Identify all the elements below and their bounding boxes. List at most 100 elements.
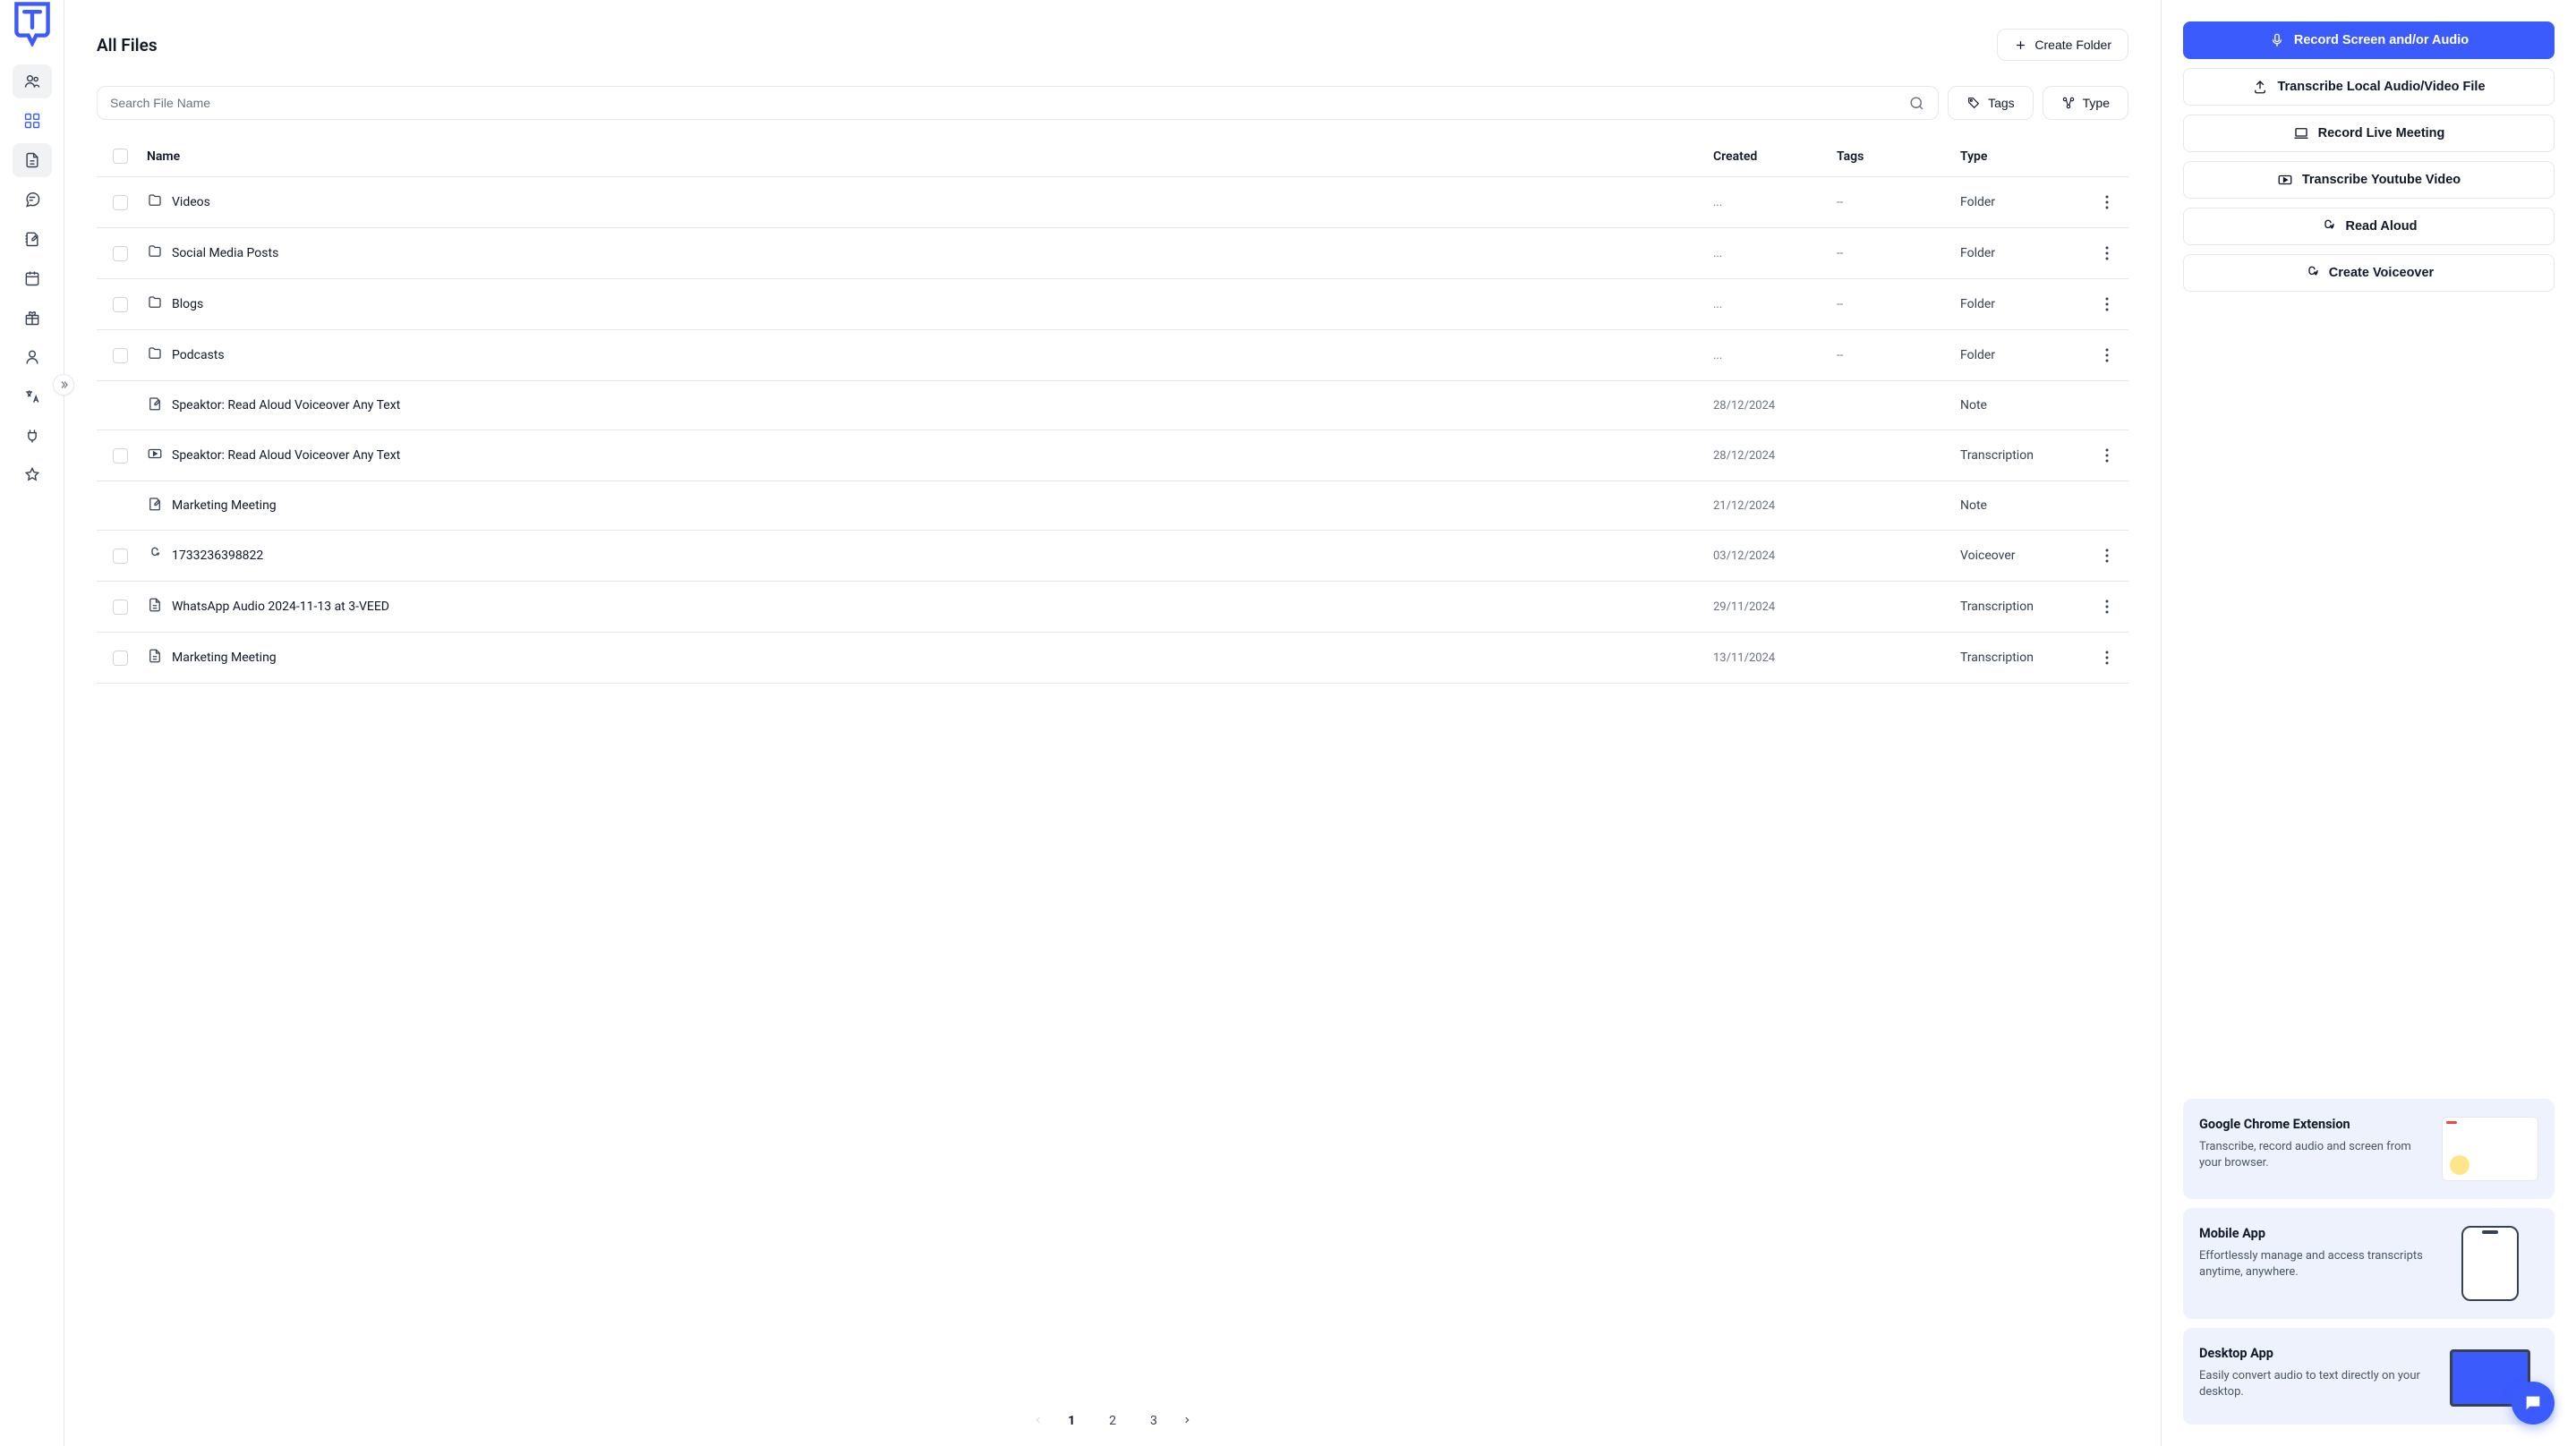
tags-filter-button[interactable]: Tags xyxy=(1948,86,2034,120)
promo-description: Easily convert audio to text directly on… xyxy=(2199,1368,2429,1400)
row-checkbox[interactable] xyxy=(113,297,128,312)
header-created: Created xyxy=(1713,149,1837,164)
row-checkbox[interactable] xyxy=(113,348,128,363)
more-actions-button[interactable] xyxy=(2096,293,2118,315)
promo-card[interactable]: Desktop App Easily convert audio to text… xyxy=(2183,1328,2555,1425)
row-checkbox[interactable] xyxy=(113,549,128,564)
more-actions-button[interactable] xyxy=(2096,344,2118,366)
folder-icon xyxy=(147,345,163,365)
doc-icon xyxy=(147,648,163,668)
promo-card[interactable]: Mobile App Effortlessly manage and acces… xyxy=(2183,1208,2555,1319)
promo-title: Mobile App xyxy=(2199,1226,2429,1241)
record-screen-button[interactable]: Record Screen and/or Audio xyxy=(2183,21,2555,59)
file-tags: -- xyxy=(1837,298,1960,311)
folder-icon xyxy=(147,243,163,263)
row-checkbox[interactable] xyxy=(113,448,128,464)
upload-icon xyxy=(2252,79,2268,95)
file-name: Speaktor: Read Aloud Voiceover Any Text xyxy=(172,398,400,413)
page-next[interactable] xyxy=(1182,1414,1191,1428)
more-actions-button[interactable] xyxy=(2096,596,2118,617)
file-tags: -- xyxy=(1837,247,1960,260)
row-checkbox[interactable] xyxy=(113,600,128,615)
page-prev[interactable] xyxy=(1034,1414,1043,1428)
transcribe-local-button[interactable]: Transcribe Local Audio/Video File xyxy=(2183,68,2555,106)
page-number[interactable]: 1 xyxy=(1068,1414,1075,1428)
row-checkbox[interactable] xyxy=(113,651,128,666)
table-row[interactable]: Podcasts ... -- Folder xyxy=(97,330,2128,381)
promo-description: Effortlessly manage and access transcrip… xyxy=(2199,1248,2429,1280)
more-actions-button[interactable] xyxy=(2096,445,2118,466)
more-actions-button[interactable] xyxy=(2096,242,2118,264)
file-created: 03/12/2024 xyxy=(1713,549,1837,563)
header-name: Name xyxy=(147,149,1713,164)
file-name: Blogs xyxy=(172,297,203,311)
type-filter-button[interactable]: Type xyxy=(2043,86,2128,120)
doc-icon xyxy=(147,597,163,617)
file-type: Folder xyxy=(1960,348,2096,362)
page-number[interactable]: 3 xyxy=(1150,1414,1157,1428)
voice-icon xyxy=(147,546,163,566)
video-icon xyxy=(147,446,163,465)
sidebar-item-team[interactable] xyxy=(13,64,52,98)
file-created: ... xyxy=(1713,247,1837,260)
record-meeting-button[interactable]: Record Live Meeting xyxy=(2183,115,2555,152)
table-row[interactable]: 1733236398822 03/12/2024 Voiceover xyxy=(97,531,2128,582)
sidebar-item-chat[interactable] xyxy=(13,183,52,217)
sidebar-item-premium[interactable] xyxy=(13,458,52,492)
sidebar-item-dashboard[interactable] xyxy=(13,104,52,138)
more-actions-button[interactable] xyxy=(2096,191,2118,213)
file-created: ... xyxy=(1713,196,1837,209)
note-icon xyxy=(147,396,163,415)
table-row[interactable]: Videos ... -- Folder xyxy=(97,177,2128,228)
search-wrapper xyxy=(97,86,1939,120)
tags-filter-label: Tags xyxy=(1988,96,2015,110)
sidebar xyxy=(0,0,64,1446)
file-created: 28/12/2024 xyxy=(1713,399,1837,413)
table-row[interactable]: Speaktor: Read Aloud Voiceover Any Text … xyxy=(97,381,2128,430)
transcribe-youtube-button[interactable]: Transcribe Youtube Video xyxy=(2183,161,2555,199)
table-row[interactable]: Blogs ... -- Folder xyxy=(97,279,2128,330)
sidebar-item-files[interactable] xyxy=(13,143,52,177)
chat-widget[interactable] xyxy=(2512,1382,2555,1425)
row-checkbox[interactable] xyxy=(113,195,128,210)
file-created: 21/12/2024 xyxy=(1713,499,1837,513)
sidebar-item-notes[interactable] xyxy=(13,222,52,256)
file-name: Marketing Meeting xyxy=(172,651,277,665)
table-row[interactable]: Speaktor: Read Aloud Voiceover Any Text … xyxy=(97,430,2128,481)
search-input[interactable] xyxy=(110,96,1908,110)
file-tags: -- xyxy=(1837,196,1960,209)
create-voiceover-button[interactable]: Create Voiceover xyxy=(2183,254,2555,292)
sidebar-expand-button[interactable] xyxy=(53,374,74,396)
sidebar-item-integrations[interactable] xyxy=(13,419,52,453)
table-row[interactable]: Marketing Meeting 13/11/2024 Transcripti… xyxy=(97,633,2128,684)
more-actions-button[interactable] xyxy=(2096,647,2118,668)
read-aloud-button[interactable]: Read Aloud xyxy=(2183,208,2555,245)
sidebar-item-translate[interactable] xyxy=(13,379,52,413)
table-row[interactable]: Social Media Posts ... -- Folder xyxy=(97,228,2128,279)
more-actions-button[interactable] xyxy=(2096,545,2118,566)
file-name: Speaktor: Read Aloud Voiceover Any Text xyxy=(172,448,400,463)
header-tags: Tags xyxy=(1837,149,1960,164)
create-folder-label: Create Folder xyxy=(2034,38,2111,52)
create-folder-button[interactable]: Create Folder xyxy=(1997,29,2128,61)
folder-icon xyxy=(147,192,163,212)
file-created: 29/11/2024 xyxy=(1713,600,1837,614)
select-all-checkbox[interactable] xyxy=(113,149,128,164)
row-checkbox[interactable] xyxy=(113,246,128,261)
table-row[interactable]: Marketing Meeting 21/12/2024 Note xyxy=(97,481,2128,531)
search-icon xyxy=(1908,95,1925,112)
youtube-icon xyxy=(2277,172,2293,188)
file-created: 13/11/2024 xyxy=(1713,651,1837,665)
page-number[interactable]: 2 xyxy=(1109,1414,1116,1428)
sidebar-item-calendar[interactable] xyxy=(13,261,52,295)
tag-icon xyxy=(1966,96,1981,110)
right-panel: Record Screen and/or Audio Transcribe Lo… xyxy=(2161,0,2576,1446)
note-icon xyxy=(147,496,163,515)
promo-card[interactable]: Google Chrome Extension Transcribe, reco… xyxy=(2183,1099,2555,1199)
table-body: Videos ... -- Folder Social Media Posts … xyxy=(97,177,2128,684)
file-name: Videos xyxy=(172,195,210,209)
sidebar-item-profile[interactable] xyxy=(13,340,52,374)
table-row[interactable]: WhatsApp Audio 2024-11-13 at 3-VEED 29/1… xyxy=(97,582,2128,633)
sidebar-item-rewards[interactable] xyxy=(13,301,52,335)
laptop-icon xyxy=(2293,125,2309,141)
